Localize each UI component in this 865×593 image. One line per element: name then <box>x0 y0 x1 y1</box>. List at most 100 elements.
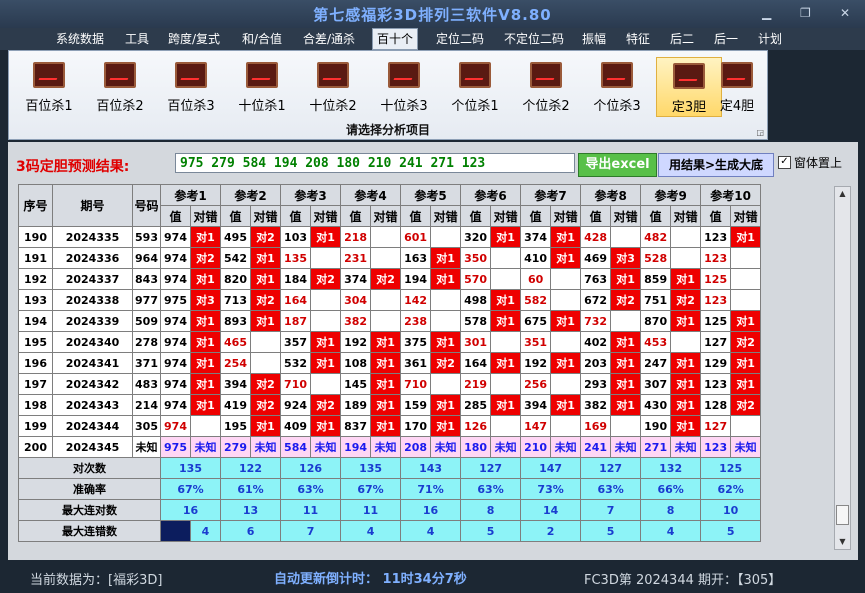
ribbon-button[interactable]: 十位杀1 <box>230 57 294 115</box>
table-row[interactable]: 190 2024335 593 974 对1 495 对2 103 对1 218 601 320 对1 3… <box>18 226 762 248</box>
seq-cell: 200 <box>18 436 53 458</box>
result-cell: 对2 <box>250 226 282 248</box>
stats-value: 63% <box>280 478 342 500</box>
period-cell: 2024339 <box>52 310 133 332</box>
value-cell: 145 <box>340 373 372 395</box>
menu-item[interactable]: 定位二码 <box>431 30 489 48</box>
stats-value: 73% <box>520 478 582 500</box>
result-cell: 对1 <box>670 268 702 290</box>
value-cell: 975 <box>160 289 191 311</box>
ribbon-button[interactable]: 百位杀1 <box>17 57 81 115</box>
value-cell: 123 <box>700 226 732 248</box>
scroll-thumb[interactable] <box>836 505 849 525</box>
restore-icon[interactable]: ❐ <box>800 6 811 20</box>
menu-item[interactable]: 特征 <box>624 30 652 48</box>
ribbon-expand-icon[interactable]: ◲ <box>756 128 764 137</box>
ref-header: 参考9 <box>640 184 702 206</box>
seq-cell: 193 <box>18 289 53 311</box>
stay-on-top-checkbox[interactable]: ✓ <box>778 156 791 169</box>
result-cell <box>610 310 642 332</box>
col-header: 号码 <box>132 184 161 227</box>
period-cell: 2024342 <box>52 373 133 395</box>
ribbon-button-label: 个位杀3 <box>593 99 641 114</box>
scroll-down-icon[interactable]: ▼ <box>835 535 850 549</box>
ribbon-button[interactable]: 个位杀3 <box>585 57 649 115</box>
period-cell: 2024345 <box>52 436 133 458</box>
menu-item[interactable]: 跨度/复式 <box>165 30 223 48</box>
value-cell: 582 <box>520 289 552 311</box>
table-row[interactable]: 191 2024336 964 974 对2 542 对1 135 231 163 对1 350 410… <box>18 247 762 269</box>
col-header: 值 <box>160 205 191 227</box>
menu-item[interactable]: 不定位二码 <box>499 30 569 48</box>
ref-header: 参考2 <box>220 184 282 206</box>
value-cell: 163 <box>400 247 432 269</box>
menu-item[interactable]: 系统数据 <box>55 30 105 48</box>
result-cell: 未知 <box>250 436 282 458</box>
ribbon-button-label: 十位杀1 <box>238 99 286 114</box>
table-row[interactable]: 198 2024343 214 974 对1 419 对2 924 对2 189 对1 159 对1 28… <box>18 394 762 416</box>
col-header: 值 <box>460 205 492 227</box>
value-cell: 974 <box>160 415 191 437</box>
result-cell <box>730 268 762 290</box>
value-cell: 350 <box>460 247 492 269</box>
table-row[interactable]: 194 2024339 509 974 对1 893 对1 187 382 238 578 对1 675… <box>18 310 762 332</box>
result-cell <box>189 415 222 437</box>
ribbon-button[interactable]: 定4胆 <box>712 57 762 115</box>
period-cell: 2024344 <box>52 415 133 437</box>
value-cell: 465 <box>220 331 252 353</box>
value-cell: 409 <box>280 415 312 437</box>
table-row[interactable]: 195 2024340 278 974 对1 465 357 对1 192 对1 375 对1 301 3… <box>18 331 762 353</box>
vertical-scrollbar[interactable]: ▲ ▼ <box>834 186 851 550</box>
export-excel-button[interactable]: 导出excel <box>578 153 657 177</box>
value-cell: 672 <box>580 289 612 311</box>
ribbon-button[interactable]: 百位杀3 <box>159 57 223 115</box>
result-cell: 对1 <box>730 226 762 248</box>
chart-icon <box>673 63 705 89</box>
code-cell: 214 <box>132 394 161 416</box>
result-field[interactable]: 975 279 584 194 208 180 210 241 271 123 <box>175 153 575 173</box>
prediction-row[interactable]: 200 2024345 未知 975 未知 279 未知 584 未知 194 未知 208 未知 180… <box>18 436 762 458</box>
menu-item[interactable]: 和/合值 <box>239 30 285 48</box>
value-cell: 751 <box>640 289 672 311</box>
menu-item[interactable]: 计划 <box>756 30 784 48</box>
ribbon-button[interactable]: 个位杀1 <box>443 57 507 115</box>
result-cell: 对2 <box>250 289 282 311</box>
result-cell: 对2 <box>250 394 282 416</box>
menu-item[interactable]: 后一 <box>712 30 740 48</box>
table-row[interactable]: 197 2024342 483 974 对1 394 对2 710 145 对1 710 219 256… <box>18 373 762 395</box>
col-header: 对错 <box>430 205 462 227</box>
col-header: 对错 <box>490 205 522 227</box>
value-cell: 218 <box>340 226 372 248</box>
table-row[interactable]: 196 2024341 371 974 对1 254 532 对1 108 对1 361 对2 164 对… <box>18 352 762 374</box>
ref-header: 参考1 <box>159 184 222 206</box>
minimize-icon[interactable]: ▁ <box>762 6 771 20</box>
menu-item[interactable]: 工具 <box>122 30 152 48</box>
value-cell: 532 <box>280 352 312 374</box>
value-cell: 293 <box>580 373 612 395</box>
value-cell: 320 <box>460 226 492 248</box>
value-cell: 820 <box>220 268 252 290</box>
table-row[interactable]: 192 2024337 843 974 对1 820 对1 184 对2 374 对2 194 对1 57… <box>18 268 762 290</box>
table-row[interactable]: 193 2024338 977 975 对3 713 对2 164 304 142 498 对1 582… <box>18 289 762 311</box>
menu-item[interactable]: 百十个 <box>372 28 418 50</box>
scroll-up-icon[interactable]: ▲ <box>835 187 850 201</box>
table-row[interactable]: 199 2024344 305 974 195 对1 409 对1 837 对1 170 对1 126 1… <box>18 415 762 437</box>
result-cell: 对1 <box>250 310 282 332</box>
ribbon-button[interactable]: 百位杀2 <box>88 57 152 115</box>
stats-value: 63% <box>460 478 522 500</box>
menu-bar: 系统数据 工具 跨度/复式 和/合值 合差/通杀 百十个 定位二码 不定位二码 振幅 特征 后二 后一… <box>0 28 865 50</box>
ribbon-button[interactable]: 个位杀2 <box>514 57 578 115</box>
ribbon-button[interactable]: 十位杀2 <box>301 57 365 115</box>
value-cell: 402 <box>580 331 612 353</box>
value-cell: 170 <box>400 415 432 437</box>
generate-base-button[interactable]: 用结果>生成大底 <box>658 153 774 177</box>
result-cell: 对2 <box>670 289 702 311</box>
ribbon-button[interactable]: 十位杀3 <box>372 57 436 115</box>
menu-item[interactable]: 合差/通杀 <box>300 30 358 48</box>
menu-item[interactable]: 振幅 <box>580 30 608 48</box>
menu-item[interactable]: 后二 <box>668 30 696 48</box>
col-header: 值 <box>400 205 432 227</box>
app-title: 第七感福彩3D排列三软件V8.80 <box>313 6 552 24</box>
close-icon[interactable]: ✕ <box>840 6 850 20</box>
value-cell: 374 <box>340 268 372 290</box>
